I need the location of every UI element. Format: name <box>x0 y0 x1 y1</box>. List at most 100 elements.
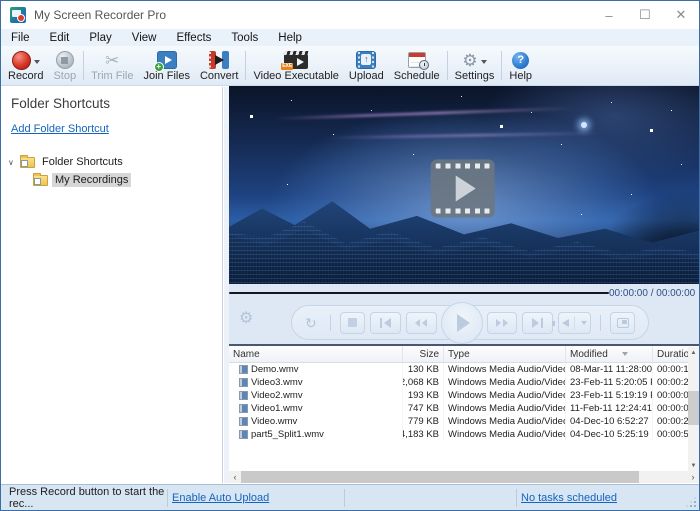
nebula-streak-decoration <box>274 107 574 120</box>
status-message: Press Record button to start the rec... <box>1 489 168 507</box>
resize-grip[interactable] <box>694 505 696 507</box>
minimize-button[interactable]: – <box>591 1 627 29</box>
nebula-streak-decoration <box>324 132 604 140</box>
clock-icon <box>419 60 429 70</box>
speaker-icon <box>562 319 569 327</box>
volume-dropdown-icon[interactable] <box>581 321 587 325</box>
stop-label: Stop <box>53 70 76 82</box>
seek-row: 00:00:00 / 00:00:00 <box>229 284 699 302</box>
tree-item-label[interactable]: My Recordings <box>52 173 131 187</box>
skip-end-icon <box>532 318 539 328</box>
join-files-button[interactable]: + Join Files <box>138 47 194 84</box>
volume-button[interactable] <box>558 312 592 334</box>
menu-effects[interactable]: Effects <box>166 29 221 46</box>
app-icon <box>10 7 26 23</box>
menu-view[interactable]: View <box>122 29 167 46</box>
scroll-right-icon[interactable]: › <box>687 471 699 483</box>
schedule-button[interactable]: Schedule <box>389 47 445 84</box>
table-row[interactable]: Video1.wmv 747 KB Windows Media Audio/Vi… <box>229 402 699 415</box>
schedule-icon <box>408 52 426 68</box>
scroll-up-icon[interactable]: ▲ <box>688 347 699 358</box>
menu-help[interactable]: Help <box>268 29 312 46</box>
record-dropdown-icon[interactable] <box>34 60 40 64</box>
stop-playback-button[interactable] <box>340 312 366 334</box>
tree-root-folder-shortcuts[interactable]: ∨ Folder Shortcuts <box>1 153 222 171</box>
convert-icon <box>207 51 231 69</box>
settings-button[interactable]: ⚙ Settings <box>450 47 500 84</box>
rewind-button[interactable] <box>406 312 437 334</box>
seek-slider[interactable] <box>229 292 609 294</box>
upload-icon: ↑ <box>356 51 376 69</box>
add-folder-shortcut-link[interactable]: Add Folder Shortcut <box>11 123 109 135</box>
maximize-button[interactable]: ☐ <box>627 1 663 29</box>
rewind-icon <box>415 319 420 327</box>
convert-button[interactable]: Convert <box>195 47 244 84</box>
settings-label: Settings <box>455 70 495 82</box>
video-play-overlay-icon[interactable] <box>431 159 495 217</box>
trim-file-button[interactable]: ✂ Trim File <box>86 47 138 84</box>
upload-label: Upload <box>349 70 384 82</box>
column-header-modified[interactable]: Modified <box>566 346 653 362</box>
table-row[interactable]: Video3.wmv 2,068 KB Windows Media Audio/… <box>229 376 699 389</box>
play-button[interactable] <box>441 302 483 344</box>
close-button[interactable]: ✕ <box>663 1 699 29</box>
media-file-icon <box>239 404 248 413</box>
schedule-label: Schedule <box>394 70 440 82</box>
skip-to-end-button[interactable] <box>522 312 553 334</box>
status-bar: Press Record button to start the rec... … <box>1 484 699 510</box>
menu-edit[interactable]: Edit <box>40 29 80 46</box>
player-options-gear-icon[interactable]: ⚙ <box>239 311 253 327</box>
settings-gear-icon: ⚙ <box>462 52 477 69</box>
replay-icon[interactable]: ↻ <box>305 316 317 330</box>
menu-play[interactable]: Play <box>79 29 121 46</box>
video-executable-label: Video Executable <box>253 70 338 82</box>
media-file-icon <box>239 391 248 400</box>
scroll-down-icon[interactable]: ▼ <box>688 460 699 471</box>
time-display: 00:00:00 / 00:00:00 <box>609 288 700 299</box>
video-executable-button[interactable]: EXE Video Executable <box>248 47 343 84</box>
media-file-icon <box>239 378 248 387</box>
vertical-scroll-thumb[interactable] <box>688 391 699 425</box>
no-tasks-scheduled-link[interactable]: No tasks scheduled <box>521 492 617 504</box>
trim-scissors-icon: ✂ <box>105 52 119 69</box>
vertical-scrollbar[interactable]: ▲ ▼ <box>688 347 699 471</box>
menu-bar: File Edit Play View Effects Tools Help <box>1 29 699 46</box>
menu-file[interactable]: File <box>1 29 40 46</box>
column-header-size[interactable]: Size <box>403 346 444 362</box>
fast-forward-button[interactable] <box>487 312 518 334</box>
chevron-down-icon[interactable]: ∨ <box>8 158 19 167</box>
table-row[interactable]: Video.wmv 779 KB Windows Media Audio/Vid… <box>229 415 699 428</box>
convert-label: Convert <box>200 70 239 82</box>
file-list-header: Name Size Type Modified Duration <box>229 346 699 363</box>
help-button[interactable]: ? Help <box>504 47 537 84</box>
media-file-icon <box>239 430 248 439</box>
video-preview[interactable] <box>229 86 699 284</box>
horizontal-scrollbar[interactable]: ‹ › <box>229 471 699 483</box>
upload-button[interactable]: ↑ Upload <box>344 47 389 84</box>
sidebar-heading: Folder Shortcuts <box>1 87 222 111</box>
trim-file-label: Trim File <box>91 70 133 82</box>
scroll-left-icon[interactable]: ‹ <box>229 471 241 483</box>
toolbar: Record Stop ✂ Trim File + Join Files Con… <box>1 46 699 86</box>
stop-button[interactable]: Stop <box>48 47 81 84</box>
skip-to-start-button[interactable] <box>370 312 401 334</box>
horizontal-scroll-thumb[interactable] <box>241 471 639 483</box>
enable-auto-upload-link[interactable]: Enable Auto Upload <box>172 492 269 504</box>
app-window: My Screen Recorder Pro – ☐ ✕ File Edit P… <box>0 0 700 511</box>
menu-tools[interactable]: Tools <box>221 29 268 46</box>
table-row[interactable]: Video2.wmv 193 KB Windows Media Audio/Vi… <box>229 389 699 402</box>
join-files-label: Join Files <box>143 70 189 82</box>
table-row[interactable]: part5_Split1.wmv 4,183 KB Windows Media … <box>229 428 699 441</box>
record-button[interactable]: Record <box>3 47 48 84</box>
tree-root-label[interactable]: Folder Shortcuts <box>39 155 126 169</box>
caption-buttons: – ☐ ✕ <box>591 1 699 29</box>
column-header-name[interactable]: Name <box>229 346 403 362</box>
column-header-type[interactable]: Type <box>444 346 566 362</box>
tree-item-my-recordings[interactable]: My Recordings <box>1 171 222 189</box>
settings-dropdown-icon[interactable] <box>481 60 487 64</box>
player-controls: ⚙ ↻ <box>229 302 699 346</box>
title-bar: My Screen Recorder Pro – ☐ ✕ <box>1 1 699 29</box>
stop-square-icon <box>348 318 357 327</box>
popout-player-button[interactable] <box>610 312 635 334</box>
table-row[interactable]: Demo.wmv 130 KB Windows Media Audio/Vide… <box>229 363 699 376</box>
